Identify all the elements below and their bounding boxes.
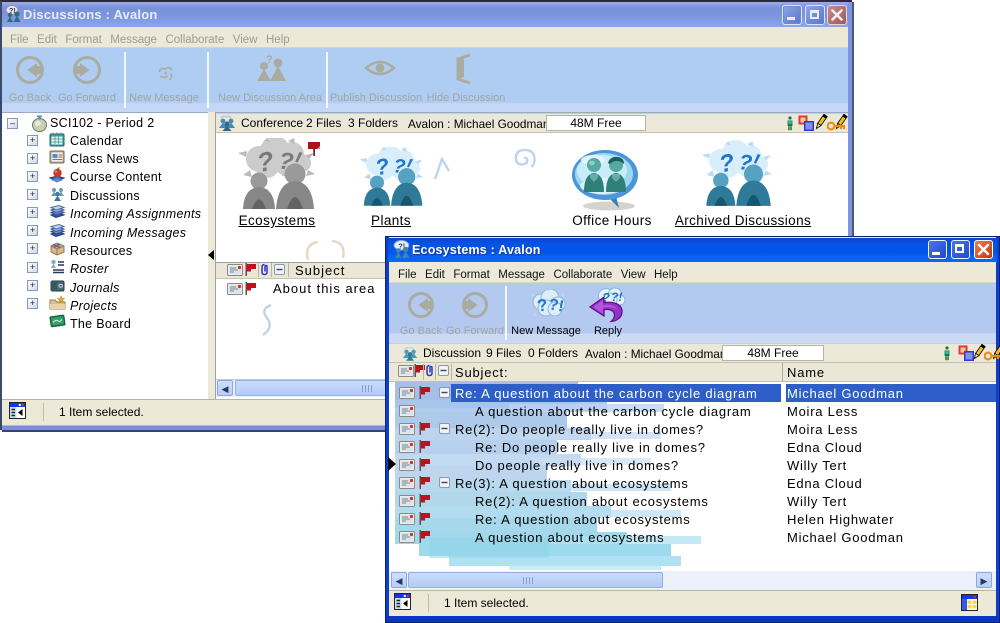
svg-text:?: ? xyxy=(266,54,273,66)
svg-text:?!: ?! xyxy=(611,290,622,304)
svg-text:?!: ?! xyxy=(547,296,565,315)
